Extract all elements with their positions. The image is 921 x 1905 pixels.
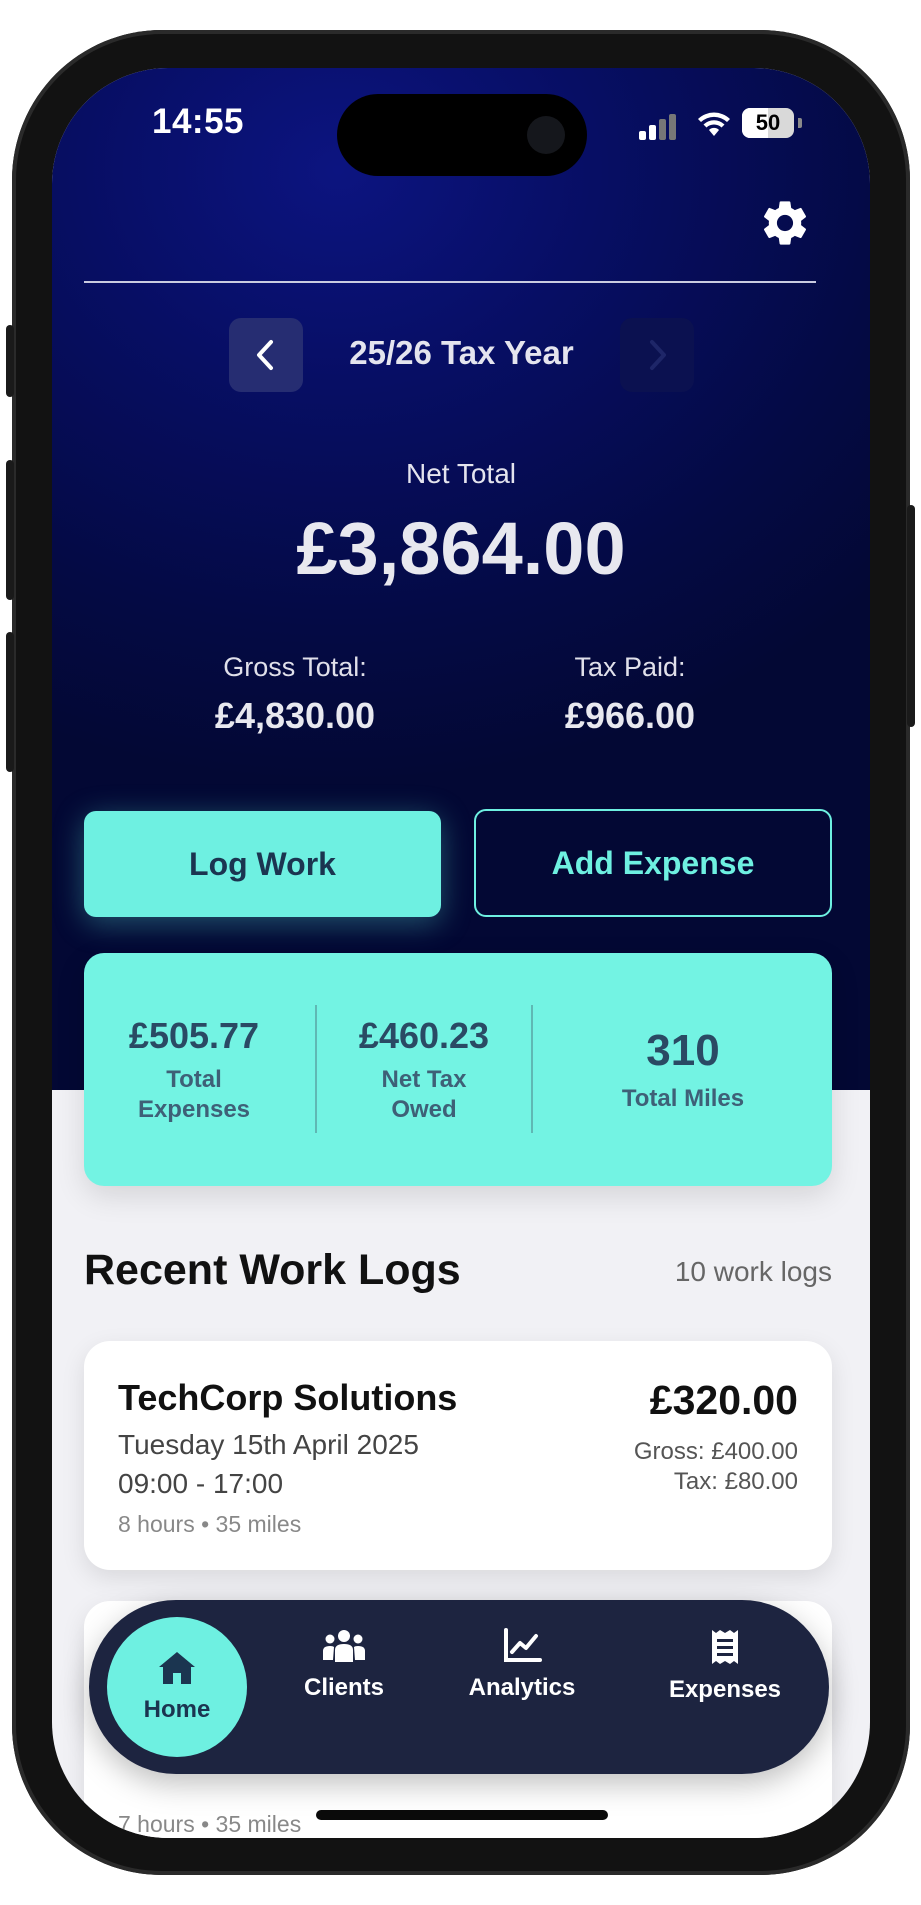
summary-card: £505.77 Total Expenses £460.23 Net Tax O… [84,953,832,1186]
tab-expenses[interactable]: Expenses [645,1628,805,1704]
add-expense-button[interactable]: Add Expense [474,809,832,917]
status-time: 14:55 [152,102,245,141]
log-net-amount: £320.00 [649,1377,798,1423]
summary-divider [531,1005,533,1133]
total-miles-label: Total Miles [621,1084,745,1112]
home-icon [159,1652,195,1684]
app-screen: 14:55 50 25/26 Tax Year Net Total £3,864… [52,68,870,1838]
header-divider [84,281,816,283]
home-indicator[interactable] [316,1810,608,1820]
log-work-button[interactable]: Log Work [84,811,441,917]
gross-total-value: £4,830.00 [214,695,376,736]
net-total-label: Net Total [406,458,516,489]
gross-total-label: Gross Total: [223,652,367,682]
gear-icon[interactable] [758,196,812,250]
work-log-count: 10 work logs [674,1256,832,1287]
tab-analytics[interactable]: Analytics [447,1628,597,1702]
tax-year-title: 25/26 Tax Year [349,334,574,371]
cellular-signal-icon [639,114,679,140]
total-expenses-stat: £505.77 Total Expenses [84,953,304,1186]
gross-total: Gross Total: £4,830.00 [145,652,445,737]
wifi-icon [698,112,730,136]
work-log-card[interactable]: TechCorp Solutions Tuesday 15th April 20… [84,1341,832,1570]
battery-icon: 50 [742,108,794,138]
tab-clients[interactable]: Clients [279,1628,409,1702]
summary-divider [315,1005,317,1133]
tax-paid: Tax Paid: £966.00 [480,652,780,737]
chevron-left-icon [257,340,273,370]
previous-year-button[interactable] [229,318,303,392]
side-button-volume-up [6,460,14,600]
recent-work-logs-title: Recent Work Logs [84,1246,461,1294]
bottom-tab-bar: Home Clients Analytics Expenses [89,1600,829,1774]
log-time-range: 09:00 - 17:00 [118,1468,284,1499]
total-miles-value: 310 [646,1025,720,1075]
tax-paid-label: Tax Paid: [574,652,686,682]
camera-icon [527,116,565,154]
tab-analytics-label: Analytics [468,1674,576,1701]
tab-home-label: Home [143,1696,211,1723]
total-expenses-label: Total Expenses [137,1065,251,1123]
log-hours-miles: 8 hours • 35 miles [118,1511,302,1537]
net-tax-owed-value: £460.23 [358,1014,490,1056]
tab-home[interactable]: Home [107,1617,247,1757]
side-button-volume-down [6,632,14,772]
receipt-icon [712,1630,738,1664]
next-year-button[interactable] [620,318,694,392]
dynamic-island [337,94,587,176]
net-tax-owed-label: Net Tax Owed [381,1065,467,1123]
side-button-power [907,505,915,727]
side-button-action [6,325,14,397]
log-client-name: TechCorp Solutions [118,1377,458,1418]
battery-level: 50 [755,110,781,135]
log-gross-amount: Gross: £400.00 [633,1438,798,1465]
net-tax-owed-stat: £460.23 Net Tax Owed [318,953,530,1186]
battery-tip [798,118,802,128]
status-bar: 14:55 50 [52,68,870,178]
chevron-right-icon [650,340,666,370]
tax-paid-value: £966.00 [564,695,696,736]
log-date: Tuesday 15th April 2025 [118,1429,419,1460]
tab-expenses-label: Expenses [668,1676,782,1703]
net-total-value: £3,864.00 [296,507,626,590]
log-hours-miles: 7 hours • 35 miles [118,1811,302,1837]
total-expenses-value: £505.77 [128,1014,260,1056]
analytics-icon [504,1628,542,1662]
total-miles-stat: 310 Total Miles [534,953,832,1186]
tab-clients-label: Clients [303,1674,384,1701]
clients-icon [323,1630,365,1662]
log-tax-amount: Tax: £80.00 [673,1468,798,1495]
